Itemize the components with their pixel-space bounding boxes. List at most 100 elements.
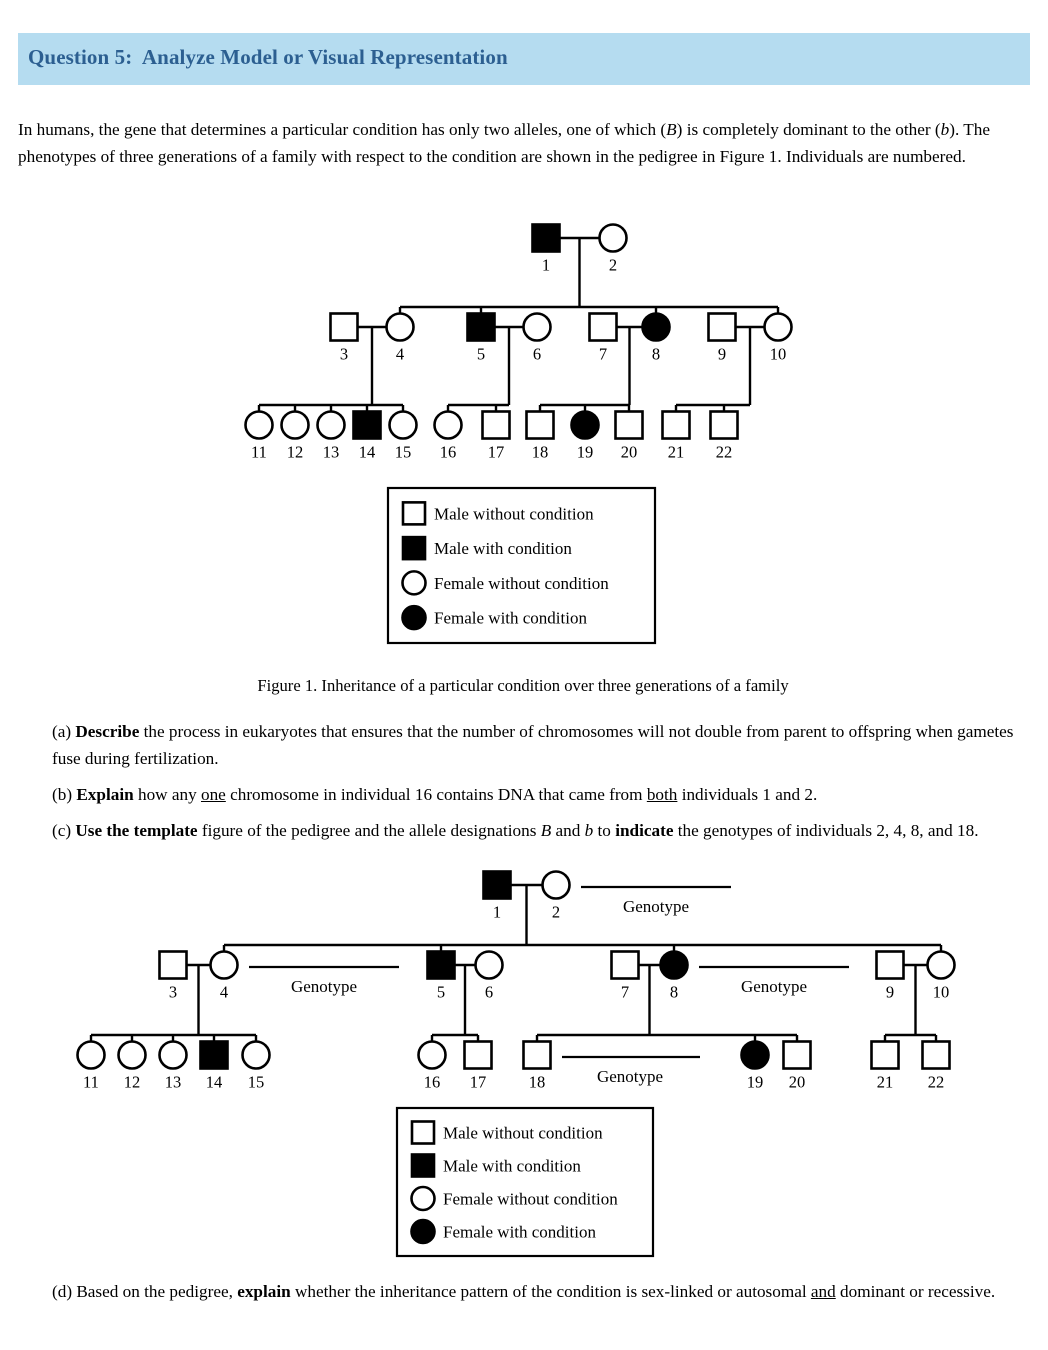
pedigree-id-label-1: 1 [542, 256, 550, 275]
pedigree-symbol-17[interactable] [481, 410, 511, 440]
pedigree-symbol-22[interactable] [709, 410, 739, 440]
pedigree-id-label-5: 5 [477, 345, 485, 364]
pedigree-id-label-16: 16 [440, 443, 457, 462]
pedigree-symbol-12[interactable] [280, 410, 310, 440]
pedigree-id-label-14: 14 [359, 443, 376, 462]
pedigree-symbol-5[interactable] [426, 950, 456, 980]
pedigree-symbol-5[interactable] [466, 312, 496, 342]
pedigree-symbol-22[interactable] [921, 1040, 951, 1070]
pedigree-symbol-18[interactable] [525, 410, 555, 440]
pedigree-id-label-19: 19 [577, 443, 594, 462]
pedigree-symbol-9[interactable] [707, 312, 737, 342]
pedigree-symbol-6[interactable] [474, 950, 504, 980]
pedigree-id-label-19: 19 [747, 1073, 764, 1092]
pedigree-symbol-20[interactable] [614, 410, 644, 440]
pedigree-symbol-2[interactable] [541, 870, 571, 900]
pedigree-symbol-2[interactable] [598, 223, 628, 253]
pedigree-symbol-14[interactable] [352, 410, 382, 440]
pedigree-symbol-4[interactable] [385, 312, 415, 342]
pedigree-symbol-20[interactable] [782, 1040, 812, 1070]
pedigree-symbol-21[interactable] [661, 410, 691, 440]
legend-symbol-3 [410, 1218, 436, 1245]
pedigree-symbol-7[interactable] [610, 950, 640, 980]
page-title: Question 5: Analyze Model or Visual Repr… [28, 45, 508, 69]
pedigree-symbol-13[interactable] [158, 1040, 188, 1070]
allele-b-symbol-c: b [584, 821, 594, 840]
pedigree-symbol-9[interactable] [875, 950, 905, 980]
pedigree-symbol-18[interactable] [522, 1040, 552, 1070]
pedigree-symbol-15[interactable] [241, 1040, 271, 1070]
pedigree-symbol-3[interactable] [158, 950, 188, 980]
allele-B-symbol-c: B [540, 821, 552, 840]
pedigree-symbol-10[interactable] [926, 950, 956, 980]
pedigree-legend: Male without condition Male with conditio… [395, 1106, 655, 1258]
pedigree-id-label-7: 7 [621, 983, 629, 1002]
pedigree-id-label-22: 22 [928, 1073, 945, 1092]
allele-B-symbol: B [666, 120, 677, 139]
pedigree-symbol-3[interactable] [329, 312, 359, 342]
pedigree-symbol-7[interactable] [588, 312, 618, 342]
emphasis-and: and [810, 1282, 836, 1301]
pedigree-symbol-14[interactable] [199, 1040, 229, 1070]
verb-use-template: Use the template [75, 821, 198, 840]
genotype-label-18: Genotype [597, 1067, 663, 1086]
verb-explain-d: explain [237, 1282, 291, 1301]
figure-1-caption: Figure 1. Inheritance of a particular co… [257, 676, 789, 695]
pedigree-id-label-5: 5 [437, 983, 445, 1002]
pedigree-symbol-16[interactable] [433, 410, 463, 440]
allele-b-symbol: b [940, 120, 950, 139]
pedigree-id-label-3: 3 [340, 345, 348, 364]
pedigree-id-label-18: 18 [529, 1073, 546, 1092]
question-part-c: (c) Use the template figure of the pedig… [52, 821, 979, 840]
pedigree-id-label-4: 4 [396, 345, 404, 364]
pedigree-symbol-17[interactable] [463, 1040, 493, 1070]
pedigree-symbol-15[interactable] [388, 410, 418, 440]
exam-page: Question 5: Analyze Model or Visual Repr… [0, 0, 1048, 1350]
pedigree-symbol-11[interactable] [76, 1040, 106, 1070]
pedigree-id-label-4: 4 [220, 983, 228, 1002]
pedigree-symbol-11[interactable] [244, 410, 274, 440]
pedigree-symbol-1[interactable] [482, 870, 512, 900]
Template pedigree for part (c): GenotypeGenotype GenotypeGenotype1 23 4 5 6 7 8… [76, 870, 956, 1258]
intro-paragraph: In humans, the gene that determines a pa… [18, 120, 990, 166]
figure-1-pedigree: 1 2 3 4 5 6 7 8 9 10 11 12 13 14 15 16 17 18 19 20 21 22 Male … [0, 200, 1048, 660]
verb-indicate: indicate [615, 821, 674, 840]
emphasis-one: one [200, 785, 226, 804]
legend-label-1: Male with condition [434, 539, 572, 558]
pedigree-id-label-14: 14 [206, 1073, 223, 1092]
pedigree-id-label-15: 15 [248, 1073, 265, 1092]
pedigree-symbol-16[interactable] [417, 1040, 447, 1070]
pedigree-symbol-19[interactable] [570, 410, 600, 440]
question-part-b: (b) Explain how any one chromosome in in… [52, 785, 818, 804]
legend-symbol-0 [410, 1120, 436, 1145]
pedigree-id-label-12: 12 [287, 443, 304, 462]
genotype-label-4: Genotype [291, 977, 357, 996]
pedigree-id-label-22: 22 [716, 443, 733, 462]
pedigree-id-label-11: 11 [251, 443, 267, 462]
pedigree-symbol-4[interactable] [209, 950, 239, 980]
pedigree-id-label-21: 21 [668, 443, 685, 462]
pedigree-symbol-8[interactable] [641, 312, 671, 342]
emphasis-both: both [646, 785, 678, 804]
genotype-label-8: Genotype [741, 977, 807, 996]
pedigree-symbol-13[interactable] [316, 410, 346, 440]
legend-label-3: Female with condition [443, 1223, 596, 1242]
legend-label-1: Male with condition [443, 1157, 581, 1176]
pedigree-symbol-6[interactable] [522, 312, 552, 342]
pedigree-symbol-10[interactable] [763, 312, 793, 342]
genotype-label-2: Genotype [623, 897, 689, 916]
pedigree-symbol-1[interactable] [531, 223, 561, 253]
pedigree-symbol-19[interactable] [740, 1040, 770, 1070]
pedigree-id-label-15: 15 [395, 443, 412, 462]
pedigree-id-label-6: 6 [485, 983, 493, 1002]
legend-symbol-2 [401, 570, 427, 596]
legend-symbol-0 [401, 501, 427, 526]
pedigree-legend: Male without condition Male with conditio… [386, 486, 657, 645]
pedigree-id-label-7: 7 [599, 345, 607, 364]
pedigree-symbol-8[interactable] [659, 950, 689, 980]
pedigree-symbol-12[interactable] [117, 1040, 147, 1070]
pedigree-symbol-21[interactable] [870, 1040, 900, 1070]
legend-symbol-2 [410, 1185, 436, 1212]
legend-symbol-1 [401, 535, 427, 561]
Figure 1 pedigree: 1 23 4 5 6 7 8 9 1011 12 13 14 15 16 17 18 19 20 21 22Male … [244, 223, 793, 645]
